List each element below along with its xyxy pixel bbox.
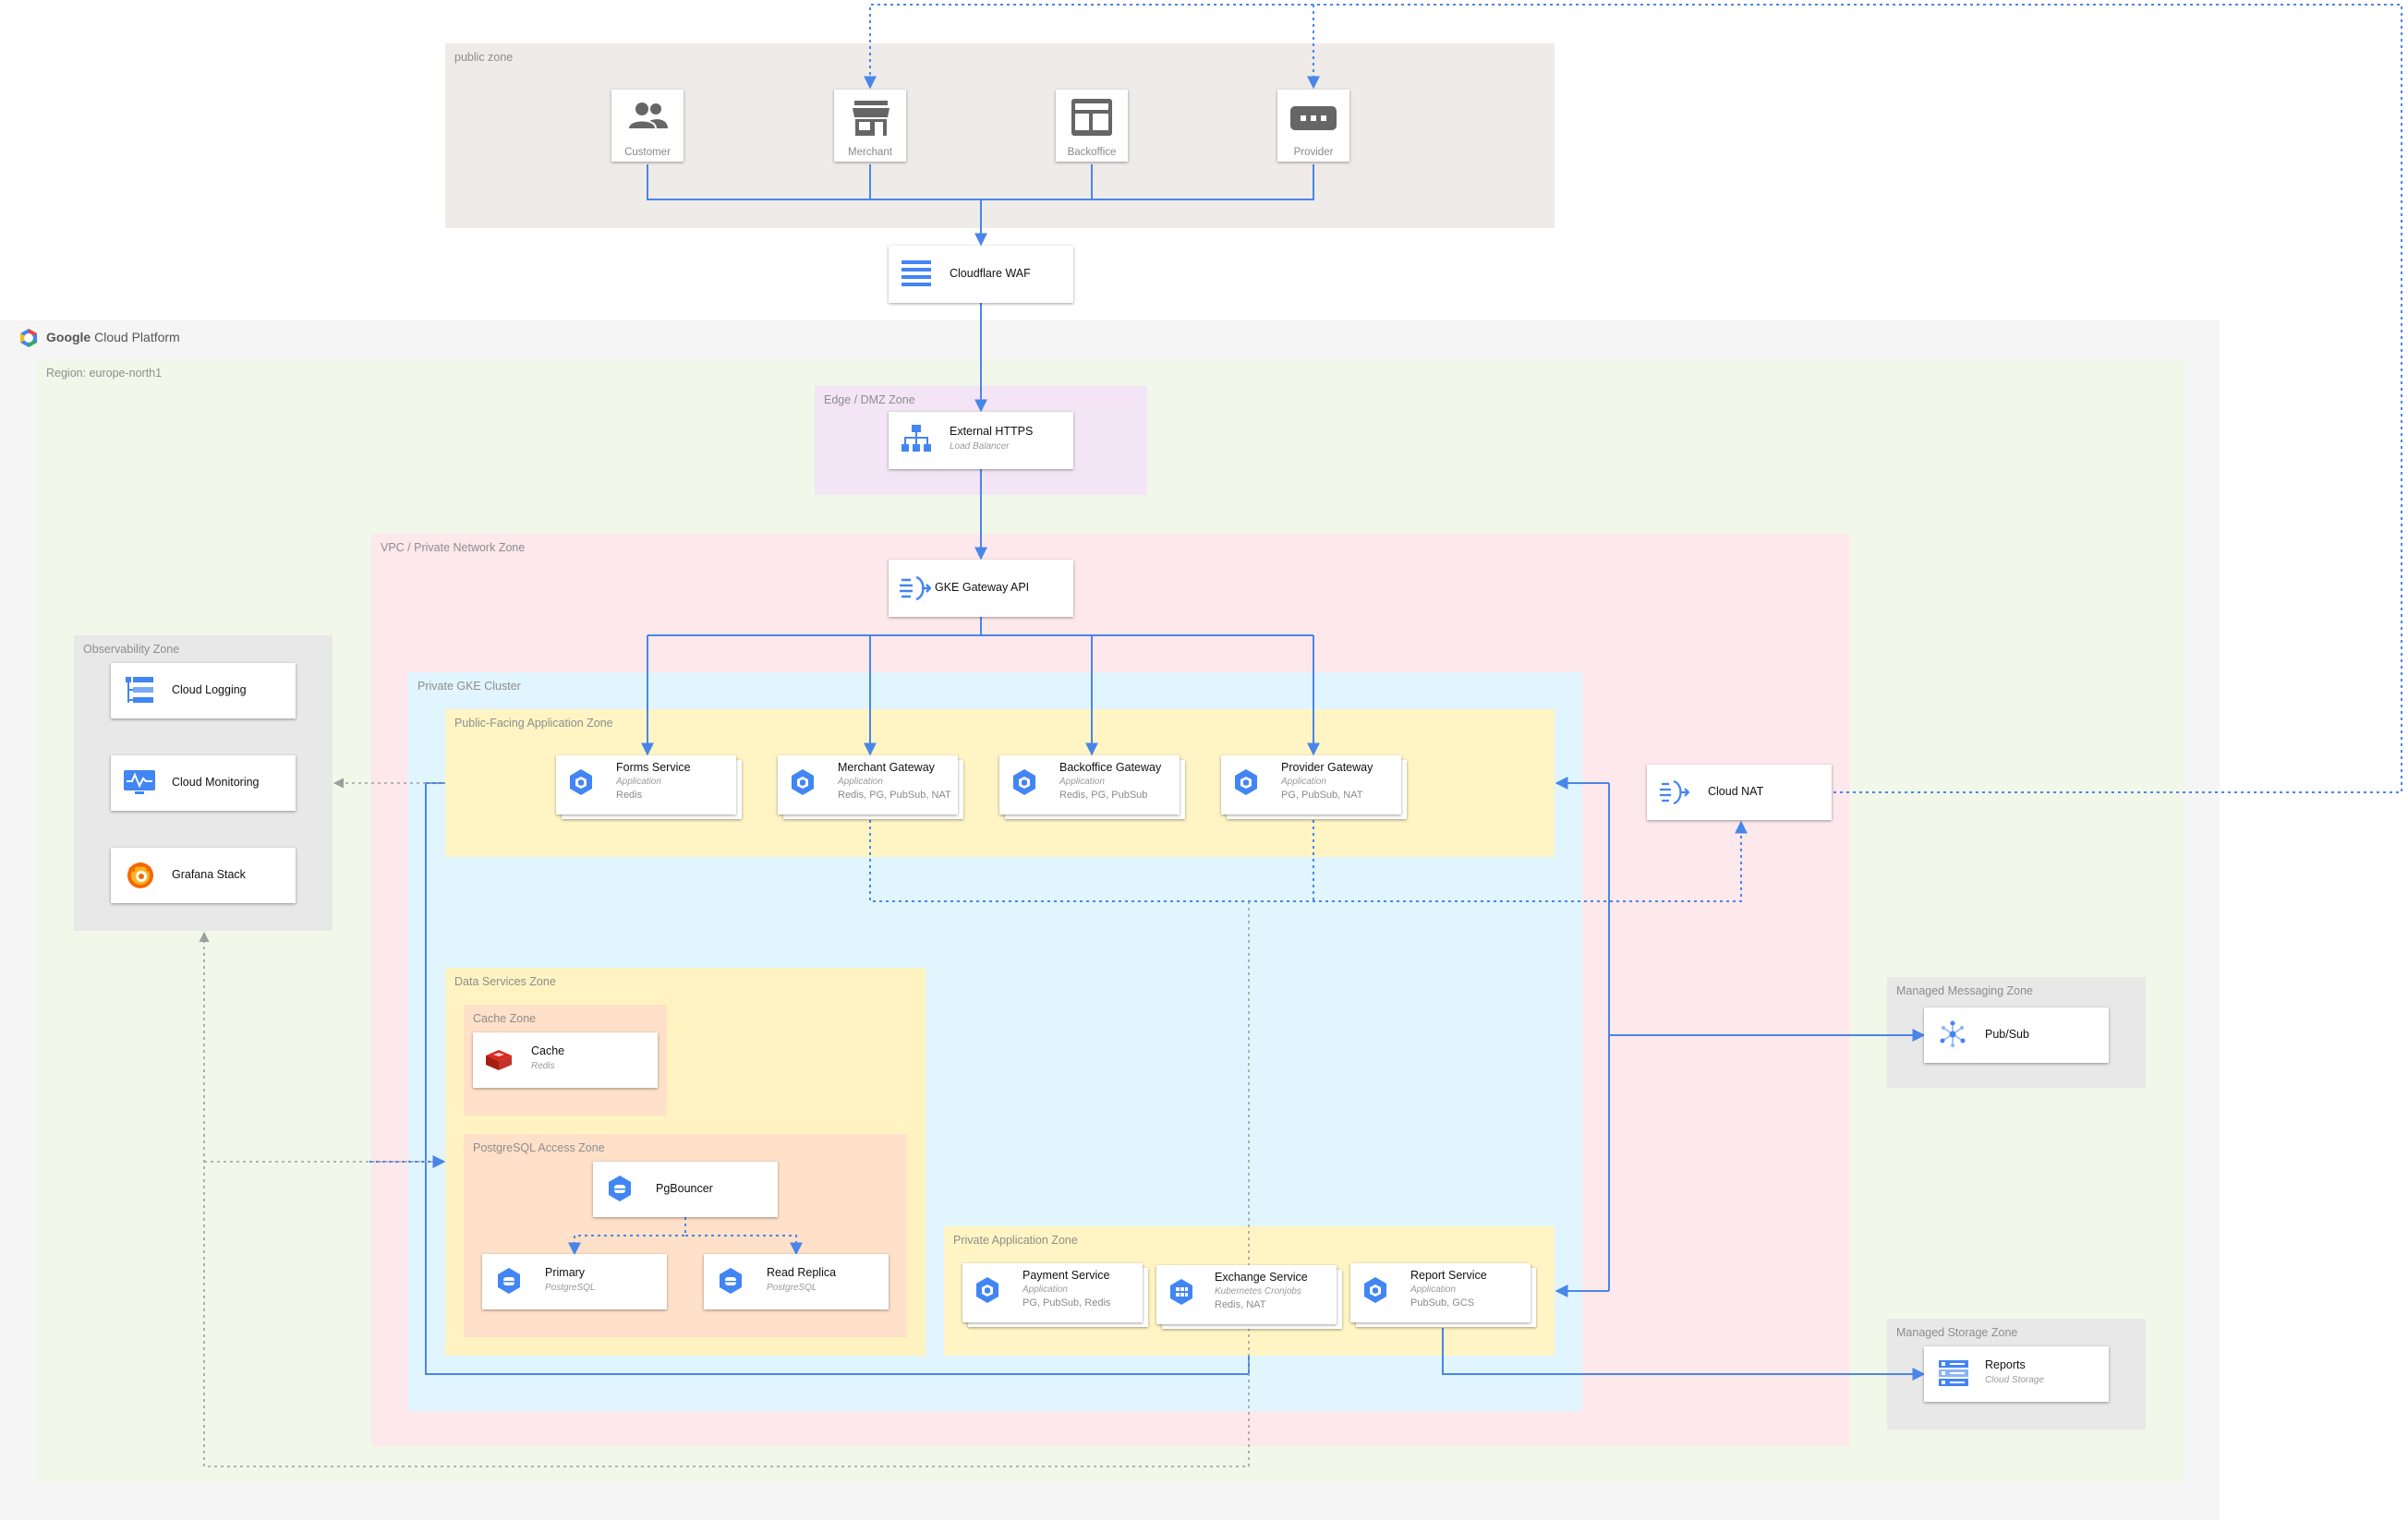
- read-replica-title: Read Replica: [767, 1266, 837, 1279]
- monitoring-icon: [124, 770, 155, 801]
- pubsub-title: Pub/Sub: [1985, 1028, 2029, 1041]
- primary-card[interactable]: Primary PostgreSQL: [482, 1254, 667, 1309]
- cloud-nat-icon: [1660, 778, 1690, 811]
- forms-service-sub: Application: [616, 777, 661, 787]
- edge-report-storage: [1442, 1328, 1926, 1381]
- report-service-card[interactable]: Report Service Application PubSub, GCS: [1350, 1263, 1531, 1322]
- provider-gateway-sub: Application: [1281, 777, 1326, 787]
- client-customer[interactable]: Customer: [611, 90, 684, 162]
- dashboard-icon: [1071, 99, 1112, 140]
- merchant-gateway-sub: Application: [838, 777, 883, 787]
- payment-service-deps: PG, PubSub, Redis: [1022, 1297, 1111, 1309]
- client-backoffice-label: Backoffice: [1067, 147, 1117, 158]
- read-replica-sub: PostgreSQL: [767, 1283, 817, 1293]
- redis-icon: [484, 1046, 514, 1079]
- reports-storage-card[interactable]: Reports Cloud Storage: [1924, 1346, 2109, 1402]
- client-backoffice[interactable]: Backoffice: [1056, 90, 1128, 162]
- grafana-icon: [126, 861, 155, 895]
- grafana-stack-card[interactable]: Grafana Stack: [111, 848, 296, 903]
- provider-gateway-deps: PG, PubSub, NAT: [1281, 790, 1363, 801]
- logging-icon: [126, 677, 153, 709]
- cache-title: Cache: [531, 1044, 565, 1057]
- cloud-logging-card[interactable]: Cloud Logging: [111, 663, 296, 718]
- forms-service-title: Forms Service: [616, 761, 691, 774]
- gke-pod-icon: [567, 768, 595, 801]
- cloud-storage-icon: [1939, 1360, 1968, 1391]
- pubsub-icon: [1939, 1020, 1966, 1053]
- reports-storage-sub: Cloud Storage: [1985, 1375, 2044, 1385]
- exchange-service-title: Exchange Service: [1215, 1271, 1308, 1284]
- external-https-title: External HTTPS: [950, 425, 1034, 438]
- backoffice-gateway-deps: Redis, PG, PubSub: [1059, 790, 1148, 801]
- gke-pod-icon: [974, 1276, 1001, 1309]
- edge-customer-waf: [647, 164, 981, 200]
- exchange-service-sub: Kubernetes Cronjobs: [1215, 1286, 1301, 1297]
- gke-pod-icon: [1232, 768, 1260, 801]
- gke-gateway-api-title: GKE Gateway API: [935, 581, 1030, 594]
- client-merchant-label: Merchant: [848, 147, 892, 158]
- client-provider[interactable]: Provider: [1277, 90, 1349, 162]
- external-https-sub: Load Balancer: [950, 441, 1010, 452]
- primary-sub: PostgreSQL: [545, 1283, 596, 1293]
- report-service-deps: PubSub, GCS: [1410, 1297, 1475, 1309]
- merchant-gateway-card[interactable]: Merchant Gateway Application Redis, PG, …: [778, 755, 958, 814]
- gateway-api-icon: [900, 574, 932, 607]
- external-https-card[interactable]: External HTTPS Load Balancer: [889, 412, 1073, 469]
- edge-pgbouncer-dbs: [574, 1217, 796, 1254]
- people-icon: [629, 101, 668, 137]
- database-icon: [495, 1267, 523, 1299]
- cache-sub: Redis: [531, 1061, 555, 1071]
- pgbouncer-title: PgBouncer: [656, 1182, 713, 1195]
- grafana-stack-title: Grafana Stack: [172, 868, 246, 881]
- primary-title: Primary: [545, 1266, 586, 1279]
- client-customer-label: Customer: [624, 147, 671, 158]
- exchange-service-card[interactable]: Exchange Service Kubernetes Cronjobs Red…: [1156, 1265, 1337, 1324]
- edge-provider-waf: [981, 164, 1314, 200]
- pgbouncer-card[interactable]: PgBouncer: [593, 1162, 778, 1217]
- cloud-monitoring-card[interactable]: Cloud Monitoring: [111, 755, 296, 811]
- cloud-nat-title: Cloud NAT: [1708, 785, 1764, 798]
- gke-gateway-api-card[interactable]: GKE Gateway API: [889, 560, 1073, 617]
- database-icon: [717, 1267, 744, 1299]
- provider-gateway-card[interactable]: Provider Gateway Application PG, PubSub,…: [1221, 755, 1401, 814]
- load-balancer-icon: [901, 425, 931, 459]
- payment-service-card[interactable]: Payment Service Application PG, PubSub, …: [962, 1263, 1143, 1322]
- payment-service-sub: Application: [1022, 1285, 1068, 1295]
- reports-storage-title: Reports: [1985, 1358, 2026, 1371]
- cronjob-icon: [1168, 1278, 1195, 1310]
- forms-service-deps: Redis: [616, 790, 643, 801]
- payment-service-title: Payment Service: [1022, 1269, 1110, 1282]
- merchant-gateway-deps: Redis, PG, PubSub, NAT: [838, 790, 951, 801]
- backoffice-gateway-title: Backoffice Gateway: [1059, 761, 1162, 774]
- cloud-logging-title: Cloud Logging: [172, 683, 247, 696]
- backoffice-gateway-card[interactable]: Backoffice Gateway Application Redis, PG…: [999, 755, 1180, 814]
- cloudflare-waf-card[interactable]: Cloudflare WAF: [889, 246, 1073, 303]
- read-replica-card[interactable]: Read Replica PostgreSQL: [704, 1254, 889, 1309]
- cloudflare-waf-title: Cloudflare WAF: [950, 267, 1031, 280]
- gke-pod-icon: [1361, 1276, 1389, 1309]
- provider-icon: [1290, 106, 1337, 135]
- report-service-sub: Application: [1410, 1285, 1456, 1295]
- merchant-gateway-title: Merchant Gateway: [838, 761, 935, 774]
- client-merchant[interactable]: Merchant: [834, 90, 906, 162]
- edge-gateways-nat: [869, 820, 1748, 902]
- gke-pod-icon: [789, 768, 817, 801]
- gke-pod-icon: [1010, 768, 1038, 801]
- cache-card[interactable]: Cache Redis: [473, 1032, 658, 1088]
- provider-gateway-title: Provider Gateway: [1281, 761, 1373, 774]
- store-icon: [852, 99, 890, 142]
- report-service-title: Report Service: [1410, 1269, 1487, 1282]
- firewall-icon: [901, 259, 931, 293]
- forms-service-card[interactable]: Forms Service Application Redis: [556, 755, 736, 814]
- backoffice-gateway-sub: Application: [1059, 777, 1105, 787]
- cloud-nat-card[interactable]: Cloud NAT: [1647, 765, 1832, 820]
- exchange-service-deps: Redis, NAT: [1215, 1299, 1266, 1310]
- database-icon: [606, 1175, 634, 1207]
- pubsub-card[interactable]: Pub/Sub: [1924, 1007, 2109, 1063]
- client-provider-label: Provider: [1293, 147, 1334, 158]
- cloud-monitoring-title: Cloud Monitoring: [172, 776, 260, 789]
- edge-gateway-bus: [647, 617, 1313, 636]
